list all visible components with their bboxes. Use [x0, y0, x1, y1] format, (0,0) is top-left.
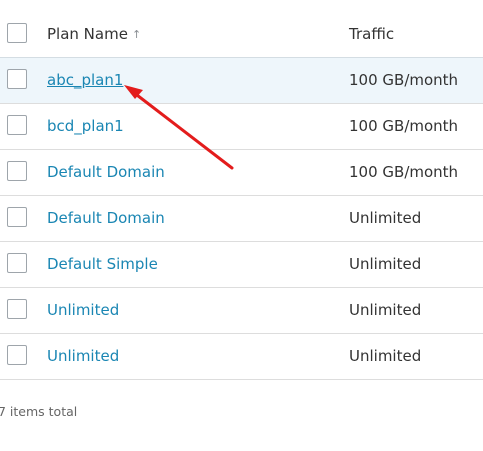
plan-link[interactable]: abc_plan1: [47, 71, 123, 89]
table-row: Default Simple Unlimited: [0, 242, 483, 288]
row-checkbox[interactable]: [7, 69, 27, 89]
traffic-cell: 100 GB/month: [349, 163, 459, 181]
table-row: bcd_plan1 100 GB/month: [0, 104, 483, 150]
plan-name-cell: Default Domain: [47, 209, 165, 227]
plan-link[interactable]: Default Domain: [47, 209, 165, 227]
select-all-checkbox[interactable]: [7, 23, 27, 43]
row-checkbox[interactable]: [7, 299, 27, 319]
table-row: Unlimited Unlimited: [0, 288, 483, 334]
row-checkbox[interactable]: [7, 207, 27, 227]
row-checkbox[interactable]: [7, 253, 27, 273]
items-total-label: 7 items total: [0, 404, 78, 419]
column-header-traffic[interactable]: Traffic: [349, 25, 394, 43]
plan-link[interactable]: Unlimited: [47, 301, 119, 319]
plan-name-cell: abc_plan1: [47, 71, 123, 89]
table-row: Default Domain 100 GB/month: [0, 150, 483, 196]
plan-link[interactable]: Default Domain: [47, 163, 165, 181]
row-checkbox[interactable]: [7, 345, 27, 365]
sort-ascending-icon: ↑: [131, 28, 142, 41]
plan-name-cell: Unlimited: [47, 347, 119, 365]
plan-link[interactable]: bcd_plan1: [47, 117, 124, 135]
table-row: Unlimited Unlimited: [0, 334, 483, 380]
plan-name-header-label: Plan Name: [47, 25, 128, 43]
plan-name-cell: bcd_plan1: [47, 117, 124, 135]
table-header-row: Plan Name ↑ Traffic: [0, 12, 483, 58]
plan-name-cell: Unlimited: [47, 301, 119, 319]
row-checkbox[interactable]: [7, 161, 27, 181]
plan-link[interactable]: Unlimited: [47, 347, 119, 365]
row-checkbox[interactable]: [7, 115, 27, 135]
plan-name-cell: Default Domain: [47, 163, 165, 181]
traffic-cell: Unlimited: [349, 301, 422, 319]
traffic-cell: 100 GB/month: [349, 117, 459, 135]
traffic-cell: 100 GB/month: [349, 71, 459, 89]
plan-name-cell: Default Simple: [47, 255, 158, 273]
plans-table: Plan Name ↑ Traffic abc_plan1 100 GB/mont…: [0, 12, 483, 380]
traffic-cell: Unlimited: [349, 255, 422, 273]
table-row: Default Domain Unlimited: [0, 196, 483, 242]
traffic-cell: Unlimited: [349, 209, 422, 227]
column-header-plan-name[interactable]: Plan Name ↑: [47, 25, 141, 44]
traffic-cell: Unlimited: [349, 347, 422, 365]
table-row: abc_plan1 100 GB/month: [0, 58, 483, 104]
plan-link[interactable]: Default Simple: [47, 255, 158, 273]
